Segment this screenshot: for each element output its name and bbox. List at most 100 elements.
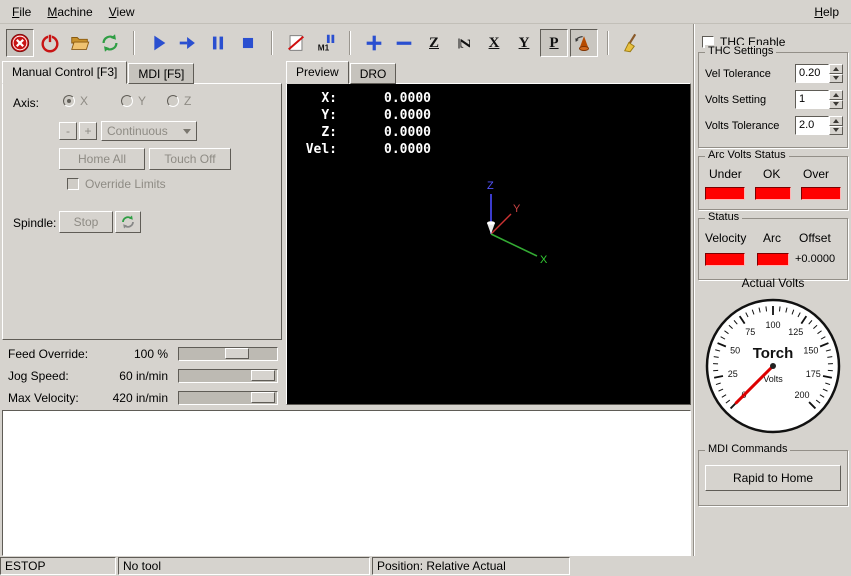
jog-minus-button[interactable]: -: [59, 122, 77, 140]
view-perspective-button[interactable]: P: [540, 29, 568, 57]
reload-file-button[interactable]: [96, 29, 124, 57]
tool-status-cell: No tool: [118, 557, 370, 575]
jog-mode-dropdown[interactable]: Continuous: [101, 121, 197, 141]
tab-preview[interactable]: Preview: [286, 61, 349, 84]
run-from-line-button[interactable]: [282, 29, 310, 57]
axis-z-radio[interactable]: Z: [167, 94, 191, 108]
menu-machine-label: Machine: [47, 5, 92, 19]
tab-mdi[interactable]: MDI [F5]: [128, 63, 194, 84]
view-y-button[interactable]: Y: [510, 29, 538, 57]
view-x-button[interactable]: X: [480, 29, 508, 57]
actual-volts-label: Actual Volts: [698, 276, 848, 290]
volts-setting-input[interactable]: 1: [795, 90, 829, 109]
spin-down-button[interactable]: [829, 126, 843, 136]
estop-button[interactable]: [6, 29, 34, 57]
step-arrow-icon: [177, 32, 199, 54]
run-program-button[interactable]: [144, 29, 172, 57]
slider-handle[interactable]: [251, 392, 275, 403]
menu-view-label: View: [109, 5, 135, 19]
slider-handle[interactable]: [225, 348, 249, 359]
zoom-in-icon: [363, 32, 385, 54]
optional-pause-button[interactable]: M1: [312, 29, 340, 57]
manual-tab-body: Axis: X Y Z - + Continuous Home All Touc…: [2, 83, 282, 340]
menu-help[interactable]: Help: [806, 2, 847, 22]
manual-control-panel: Manual Control [F3] MDI [F5] Axis: X Y Z…: [0, 62, 284, 408]
zoom-out-button[interactable]: [390, 29, 418, 57]
svg-text:125: 125: [788, 327, 803, 337]
pause-button[interactable]: [204, 29, 232, 57]
velocity-label: Velocity: [705, 231, 746, 245]
svg-text:200: 200: [794, 390, 809, 400]
zoom-in-button[interactable]: [360, 29, 388, 57]
toolbar-separator: [607, 31, 609, 55]
svg-text:25: 25: [728, 369, 738, 379]
axis-x-radio[interactable]: X: [63, 94, 88, 108]
max-velocity-slider[interactable]: [178, 391, 278, 405]
vel-tolerance-label: Vel Tolerance: [705, 68, 771, 80]
svg-text:Z: Z: [487, 180, 494, 192]
chevron-down-icon: [183, 129, 191, 134]
menu-machine[interactable]: Machine: [39, 2, 100, 22]
touch-off-button[interactable]: Touch Off: [149, 148, 231, 170]
spin-down-button[interactable]: [829, 74, 843, 84]
ok-label: OK: [763, 167, 780, 181]
max-velocity-label: Max Velocity:: [8, 391, 79, 405]
volts-tolerance-input[interactable]: 2.0: [795, 116, 829, 135]
spin-up-button[interactable]: [829, 90, 843, 100]
slider-handle[interactable]: [251, 370, 275, 381]
machine-power-button[interactable]: [36, 29, 64, 57]
view-z-rotated-button[interactable]: Z: [450, 29, 478, 57]
m1-optional-pause-icon: M1: [315, 32, 337, 54]
feed-override-slider[interactable]: [178, 347, 278, 361]
mdi-commands-title: MDI Commands: [705, 443, 790, 455]
jog-speed-slider[interactable]: [178, 369, 278, 383]
override-limits-checkbox[interactable]: [67, 178, 79, 190]
menu-file[interactable]: File: [4, 2, 39, 22]
axis-y-radio[interactable]: Y: [121, 94, 146, 108]
status-title: Status: [705, 211, 742, 223]
vel-tolerance-input[interactable]: 0.20: [795, 64, 829, 83]
tab-manual-control[interactable]: Manual Control [F3]: [2, 61, 127, 84]
menu-view[interactable]: View: [101, 2, 143, 22]
volts-tolerance-label: Volts Tolerance: [705, 120, 779, 132]
svg-text:Volts: Volts: [763, 374, 783, 384]
open-file-button[interactable]: [66, 29, 94, 57]
position-mode-cell: Position: Relative Actual: [372, 557, 570, 575]
run-from-line-icon: [285, 32, 307, 54]
spin-down-button[interactable]: [829, 100, 843, 110]
clear-plot-button[interactable]: [618, 29, 646, 57]
spindle-stop-button[interactable]: Stop: [59, 211, 113, 233]
svg-text:Torch: Torch: [753, 345, 794, 362]
rotate-view-button[interactable]: [570, 29, 598, 57]
svg-text:Y: Y: [513, 203, 521, 215]
svg-text:100: 100: [765, 320, 780, 330]
max-velocity-value: 420 in/min: [88, 391, 168, 405]
tab-dro[interactable]: DRO: [350, 63, 397, 84]
over-label: Over: [803, 167, 829, 181]
triangle-up-icon: [833, 67, 839, 71]
preview-canvas[interactable]: X:0.0000 Y:0.0000 Z:0.0000 Vel:0.0000 Z …: [286, 83, 691, 405]
radio-circle-icon: [167, 95, 179, 107]
home-all-button[interactable]: Home All: [59, 148, 145, 170]
view-z-button[interactable]: Z: [420, 29, 448, 57]
machine-power-icon: [39, 32, 61, 54]
radio-circle-icon: [63, 95, 75, 107]
svg-text:50: 50: [730, 345, 740, 355]
step-button[interactable]: [174, 29, 202, 57]
rapid-to-home-button[interactable]: Rapid to Home: [705, 465, 841, 491]
thc-panel: THC Enable THC Settings Vel Tolerance 0.…: [693, 24, 851, 556]
spindle-brake-button[interactable]: [115, 211, 141, 233]
arc-volts-status-group: Arc Volts Status Under OK Over: [698, 156, 848, 210]
menu-help-label: Help: [814, 5, 839, 19]
stop-button[interactable]: [234, 29, 262, 57]
view-y-letter: Y: [519, 35, 530, 52]
spin-up-button[interactable]: [829, 116, 843, 126]
triangle-up-icon: [833, 119, 839, 123]
toolbar-separator: [133, 31, 135, 55]
jog-plus-button[interactable]: +: [79, 122, 97, 140]
axes-indicator: Z Y X: [287, 84, 690, 404]
feed-override-label: Feed Override:: [8, 347, 88, 361]
preview-panel: Preview DRO X:0.0000 Y:0.0000 Z:0.0000 V…: [284, 62, 693, 408]
spin-up-button[interactable]: [829, 64, 843, 74]
log-text-area[interactable]: [2, 410, 691, 556]
